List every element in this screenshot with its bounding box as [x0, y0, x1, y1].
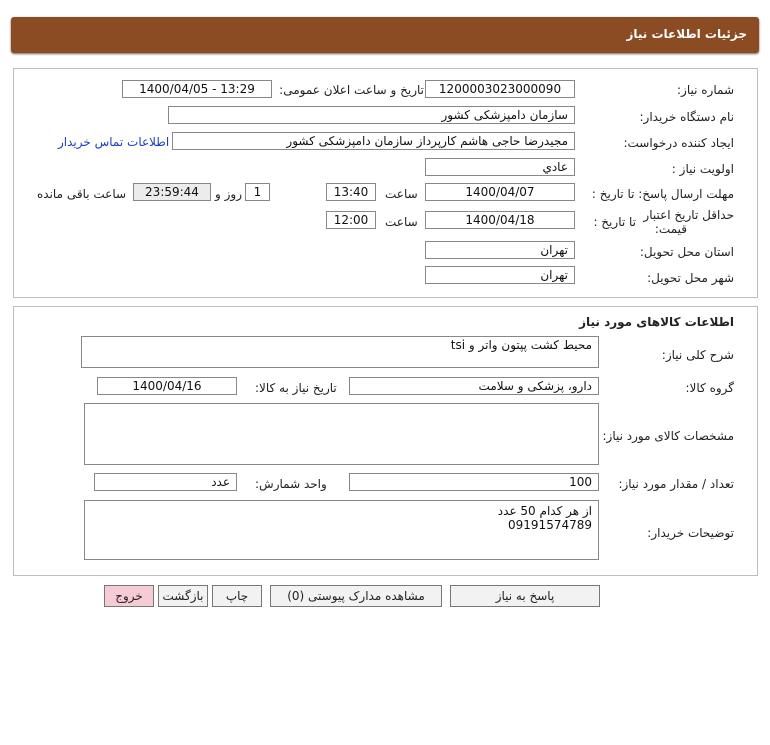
description-field: محیط کشت پپتون واتر و tsi [81, 336, 599, 368]
unit-label: واحد شمارش: [255, 477, 327, 491]
need-number-field: 1200003023000090 [425, 80, 575, 98]
back-button[interactable]: بازگشت [158, 585, 208, 607]
buyer-org-label: نام دستگاه خریدار: [639, 110, 735, 124]
deadline-label: مهلت ارسال پاسخ: تا تاریخ : [591, 187, 734, 201]
announce-label: تاریخ و ساعت اعلان عمومی: [279, 83, 424, 97]
specs-label: مشخصات کالای مورد نیاز: [602, 429, 734, 443]
remaining-time-field: 23:59:44 [133, 183, 211, 201]
qty-field: 100 [349, 473, 599, 491]
description-label: شرح کلی نیاز: [661, 348, 734, 362]
city-label: شهر محل تحویل: [647, 271, 734, 285]
days-field: 1 [245, 183, 270, 201]
remaining-label: ساعت باقی مانده [37, 187, 127, 201]
buyer-contact-link[interactable]: اطلاعات تماس خریدار [58, 135, 169, 149]
province-label: استان محل تحویل: [639, 245, 734, 259]
need-date-field: 1400/04/16 [97, 377, 237, 395]
notes-field: از هر کدام 50 عدد 09191574789 [84, 500, 599, 560]
print-button[interactable]: چاپ [212, 585, 262, 607]
page-header: جزئیات اطلاعات نیاز [11, 17, 759, 53]
reply-button[interactable]: پاسخ به نیاز [450, 585, 600, 607]
validity-time-field: 12:00 [326, 211, 376, 229]
notes-label: توضیحات خریدار: [647, 526, 734, 540]
days-label: روز و [215, 187, 242, 201]
goods-section-title: اطلاعات کالاهای مورد نیاز [579, 315, 734, 329]
city-field: تهران [425, 266, 575, 284]
group-field: دارو، پزشکی و سلامت [349, 377, 599, 395]
view-attachments-button[interactable]: مشاهده مدارک پیوستی (0) [270, 585, 442, 607]
validity-time-label: ساعت [385, 215, 418, 229]
qty-label: تعداد / مقدار مورد نیاز: [618, 477, 734, 491]
announce-field: 1400/04/05 - 13:29 [122, 80, 272, 98]
province-field: تهران [425, 241, 575, 259]
specs-field [84, 403, 599, 465]
priority-field: عادي [425, 158, 575, 176]
unit-field: عدد [94, 473, 237, 491]
validity-date-field: 1400/04/18 [425, 211, 575, 229]
validity-to-label: تا تاریخ : [593, 215, 636, 229]
notes-line-2: 09191574789 [508, 518, 592, 532]
deadline-time-field: 13:40 [326, 183, 376, 201]
deadline-date-field: 1400/04/07 [425, 183, 575, 201]
priority-label: اولویت نیاز : [671, 162, 734, 176]
creator-field: مجیدرضا حاجی هاشم کارپرداز سازمان دامپزش… [172, 132, 575, 150]
buyer-org-field: سازمان دامپزشکی کشور [168, 106, 575, 124]
notes-line-1: از هر کدام 50 عدد [497, 504, 592, 518]
validity-label-2: قیمت: [654, 222, 687, 236]
need-date-label: تاریخ نیاز به کالا: [255, 381, 337, 395]
exit-button[interactable]: خروج [104, 585, 154, 607]
creator-label: ایجاد کننده درخواست: [623, 136, 734, 150]
group-label: گروه کالا: [685, 381, 735, 395]
page-title: جزئیات اطلاعات نیاز [626, 27, 747, 41]
validity-label-1: حداقل تاریخ اعتبار [643, 208, 734, 222]
need-number-label: شماره نیاز: [677, 83, 734, 97]
deadline-time-label: ساعت [385, 187, 418, 201]
need-info-panel [13, 68, 758, 298]
